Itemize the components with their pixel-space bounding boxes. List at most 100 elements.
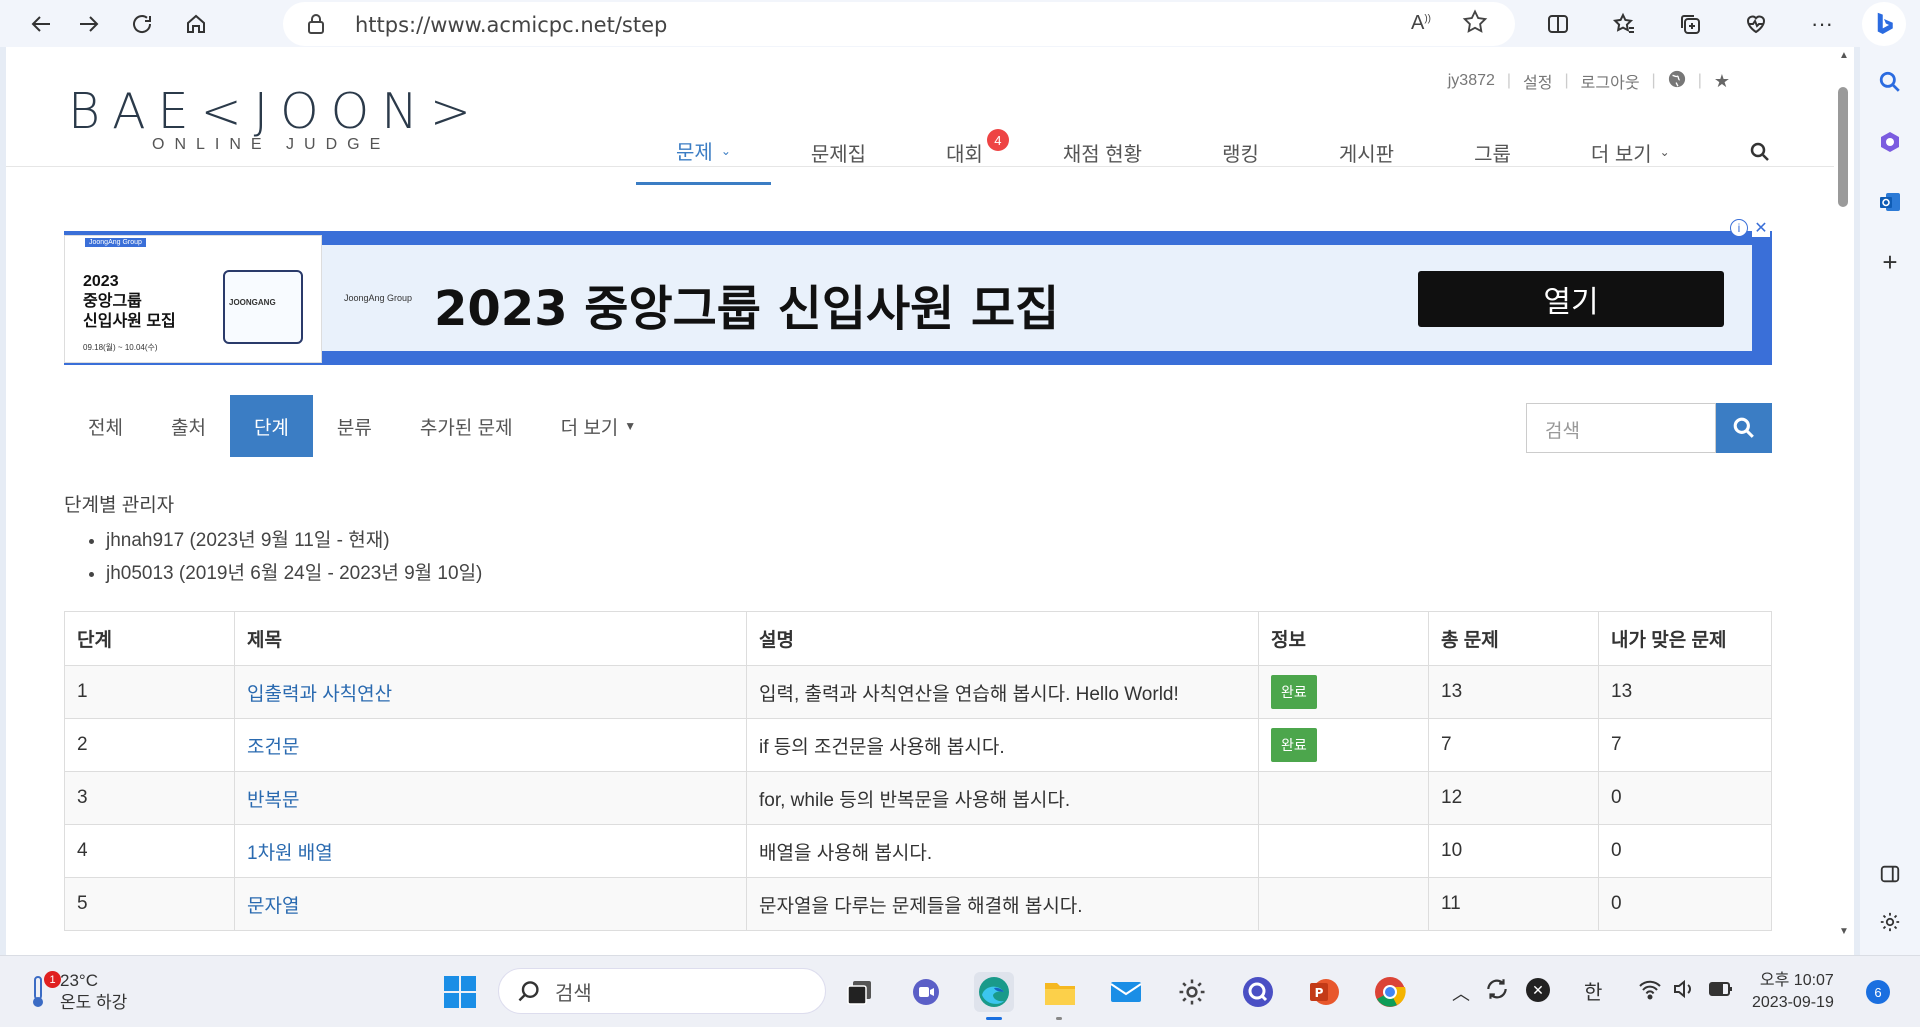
scroll-down-arrow[interactable]: ▼ <box>1838 927 1850 937</box>
subnav-all[interactable]: 전체 <box>64 395 147 457</box>
tray-chevron-icon[interactable]: ︿ <box>1452 980 1470 1006</box>
star-icon[interactable]: ★ <box>1714 71 1730 92</box>
col-title: 제목 <box>234 611 747 666</box>
ad-image-title: 2023 중앙그룹 신입사원 모집 <box>83 273 176 330</box>
nav-problems[interactable]: 문제 ⌄ <box>636 119 771 185</box>
tray-sync-icon[interactable] <box>1484 976 1510 1007</box>
sidebar-settings-icon[interactable] <box>1875 907 1905 937</box>
ime-indicator[interactable]: 한 <box>1584 976 1602 1005</box>
nav-label: 채점 현황 <box>1062 143 1143 166</box>
site-logo[interactable]: BAE<JOON> ONLINE JUDGE <box>68 83 483 154</box>
nav-more[interactable]: 더 보기 ⌄ <box>1551 119 1710 185</box>
nav-group[interactable]: 그룹 <box>1434 119 1551 185</box>
logout-link[interactable]: 로그아웃 <box>1581 69 1640 93</box>
system-clock[interactable]: 오후 10:07 2023-09-19 <box>1752 970 1834 1014</box>
step-title-link[interactable]: 1차원 배열 <box>247 843 333 864</box>
ad-banner[interactable]: JoongAng Group 2023 중앙그룹 신입사원 모집 JOONGAN… <box>64 219 1772 365</box>
ad-image[interactable]: JoongAng Group 2023 중앙그룹 신입사원 모집 JOONGAN… <box>64 235 322 363</box>
split-screen-icon[interactable] <box>1540 6 1576 42</box>
favorite-star-icon[interactable] <box>1461 8 1489 41</box>
subnav-added[interactable]: 추가된 문제 <box>396 395 537 457</box>
logo-main-text: BAE<JOON> <box>68 83 483 140</box>
powerpoint-icon[interactable]: P <box>1304 972 1344 1012</box>
url-text[interactable]: https://www.acmicpc.net/step <box>355 13 667 37</box>
col-desc: 설명 <box>746 611 1259 666</box>
subnav-source[interactable]: 출처 <box>147 395 230 457</box>
back-icon[interactable] <box>24 6 60 42</box>
problem-search-button[interactable] <box>1716 403 1772 453</box>
sidebar-outlook-icon[interactable] <box>1875 187 1905 217</box>
table-row: 3 반복문 for, while 등의 반복문을 사용해 봅시다. 12 0 <box>64 771 1772 825</box>
sidebar-office-icon[interactable] <box>1875 127 1905 157</box>
settings-gear-icon[interactable] <box>1172 972 1212 1012</box>
page-scrollbar[interactable]: ▲ ▼ <box>1834 47 1854 955</box>
col-step: 단계 <box>64 611 235 666</box>
ad-close-icon[interactable]: ✕ <box>1752 219 1770 237</box>
notification-badge[interactable]: 6 <box>1866 980 1890 1004</box>
collections-icon[interactable] <box>1672 6 1708 42</box>
col-total: 총 문제 <box>1428 611 1599 666</box>
task-view-icon[interactable] <box>840 972 880 1012</box>
home-icon[interactable] <box>178 6 214 42</box>
step-number: 1 <box>64 665 235 719</box>
nav-search-icon[interactable] <box>1710 119 1810 185</box>
lock-icon[interactable] <box>307 14 325 39</box>
tray-close-circle-icon[interactable]: ✕ <box>1526 978 1550 1002</box>
problem-search-input[interactable]: 검색 <box>1526 403 1716 453</box>
nav-ranking[interactable]: 랭킹 <box>1182 119 1299 185</box>
subnav-more[interactable]: 더 보기 ▼ <box>537 395 661 457</box>
edge-browser-icon[interactable] <box>974 972 1014 1020</box>
bing-copilot-icon[interactable] <box>1862 2 1906 46</box>
file-explorer-icon[interactable] <box>1040 972 1080 1020</box>
weather-widget[interactable]: 1 23°C 온도 하강 <box>30 970 127 1014</box>
nav-contest[interactable]: 대회 4 <box>906 119 1023 185</box>
taskbar-search[interactable]: 검색 <box>498 968 826 1014</box>
windows-start-icon[interactable] <box>440 972 480 1012</box>
globe-icon[interactable] <box>1668 70 1686 93</box>
nav-status[interactable]: 채점 현황 <box>1023 119 1182 185</box>
ad-headline[interactable]: 2023 중앙그룹 신입사원 모집 <box>434 269 1059 339</box>
volume-icon[interactable] <box>1672 978 1696 1005</box>
refresh-icon[interactable] <box>124 6 160 42</box>
step-desc: for, while 등의 반복문을 사용해 봅시다. <box>746 771 1259 825</box>
sidebar-search-icon[interactable] <box>1875 67 1905 97</box>
table-row: 1 입출력과 사칙연산 입력, 출력과 사칙연산을 연습해 봅시다. Hello… <box>64 665 1772 719</box>
ad-open-button[interactable]: 열기 <box>1418 271 1724 327</box>
open-indicator <box>1056 1017 1062 1020</box>
browser-essentials-icon[interactable] <box>1738 6 1774 42</box>
more-menu-icon[interactable]: ··· <box>1804 6 1840 42</box>
settings-link[interactable]: 설정 <box>1523 69 1552 93</box>
step-info <box>1258 824 1429 878</box>
nav-workbook[interactable]: 문제집 <box>771 119 906 185</box>
address-bar[interactable]: https://www.acmicpc.net/step A)) <box>283 2 1515 46</box>
wifi-icon[interactable] <box>1638 978 1662 1005</box>
subnav-category[interactable]: 분류 <box>313 395 396 457</box>
step-title-link[interactable]: 조건문 <box>247 737 299 758</box>
app-icon[interactable] <box>1238 972 1278 1012</box>
managers-heading: 단계별 관리자 <box>64 495 175 516</box>
battery-icon[interactable] <box>1708 980 1734 1003</box>
favorites-icon[interactable] <box>1606 6 1642 42</box>
problem-subnav: 전체 출처 단계 분류 추가된 문제 더 보기 ▼ <box>64 395 660 457</box>
weather-desc: 온도 하강 <box>60 993 128 1012</box>
divider: | <box>1506 72 1512 89</box>
scroll-up-arrow[interactable]: ▲ <box>1838 51 1850 61</box>
step-title-link[interactable]: 입출력과 사칙연산 <box>247 684 392 705</box>
svg-text:P: P <box>1315 986 1324 1000</box>
sidebar-layout-icon[interactable] <box>1875 859 1905 889</box>
nav-board[interactable]: 게시판 <box>1299 119 1434 185</box>
step-title-link[interactable]: 반복문 <box>247 790 299 811</box>
step-title-link[interactable]: 문자열 <box>247 896 299 917</box>
scroll-thumb[interactable] <box>1838 87 1848 207</box>
nav-label: 게시판 <box>1338 143 1395 166</box>
ad-info-icon[interactable]: i <box>1730 219 1748 237</box>
forward-icon[interactable] <box>70 6 106 42</box>
read-aloud-icon[interactable]: A)) <box>1411 12 1431 35</box>
chrome-icon[interactable] <box>1370 972 1410 1012</box>
username-link[interactable]: jy3872 <box>1448 72 1495 90</box>
teams-chat-icon[interactable] <box>906 972 946 1012</box>
subnav-step[interactable]: 단계 <box>229 395 313 457</box>
mail-icon[interactable] <box>1106 972 1146 1012</box>
thermometer-icon: 1 <box>30 971 61 1009</box>
sidebar-add-icon[interactable]: + <box>1875 247 1905 277</box>
